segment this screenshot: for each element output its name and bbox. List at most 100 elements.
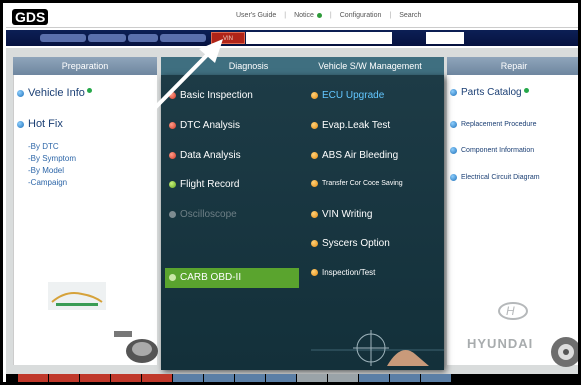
- nav-divider: |: [284, 12, 287, 19]
- bullet-icon: [450, 147, 457, 154]
- toolbar-tab[interactable]: [88, 34, 126, 42]
- data-analysis-label: Data Analysis: [180, 150, 241, 161]
- electrical-circuit-diagram-item[interactable]: Electrical Circuit Diagram: [450, 174, 540, 181]
- oscilloscope-item[interactable]: Oscilloscope: [169, 209, 237, 220]
- preparation-panel: Vehicle Info Hot Fix -By DTC -By Symptom…: [13, 75, 158, 365]
- top-navigation: User's Guide | Notice | Configuration | …: [236, 12, 421, 19]
- bullet-icon: [17, 89, 24, 97]
- hot-fix-by-symptom-link[interactable]: -By Symptom: [28, 154, 76, 163]
- vehicle-sw-header[interactable]: Vehicle S/W Management: [296, 57, 444, 75]
- bullet-icon: [450, 121, 457, 128]
- bottom-tab[interactable]: [297, 374, 327, 382]
- dtc-analysis-item[interactable]: DTC Analysis: [169, 120, 240, 131]
- bottom-tab[interactable]: [328, 374, 358, 382]
- status-dot-icon: [86, 88, 92, 93]
- transfer-code-saving-label: Transfer Cor Coce Saving: [322, 180, 403, 187]
- vehicle-toolbar: VIN: [6, 30, 578, 46]
- gear-graphic-icon: [551, 337, 578, 367]
- abs-air-bleeding-item[interactable]: ABS Air Bleeding: [311, 150, 398, 161]
- hot-fix-item[interactable]: Hot Fix: [17, 118, 63, 130]
- bottom-tab[interactable]: [421, 374, 451, 382]
- carb-obd-ii-label: CARB OBD-II: [180, 272, 242, 283]
- bottom-tab[interactable]: [359, 374, 389, 382]
- bullet-icon: [169, 122, 176, 129]
- bottom-tab[interactable]: [235, 374, 265, 382]
- bottom-tab-bar: [6, 374, 578, 382]
- bullet-icon: [169, 181, 176, 188]
- bottom-tab[interactable]: [204, 374, 234, 382]
- vehicle-info-label: Vehicle Info: [28, 87, 85, 99]
- vin-input[interactable]: [246, 32, 392, 44]
- inspection-test-item[interactable]: Inspection/Test: [311, 268, 375, 277]
- flight-record-label: Flight Record: [180, 179, 240, 190]
- target-graphic-icon: [311, 330, 444, 366]
- evap-leak-test-item[interactable]: Evap.Leak Test: [311, 120, 390, 131]
- users-guide-link[interactable]: User's Guide: [236, 12, 276, 19]
- hyundai-mark: H: [506, 304, 515, 318]
- bottom-tab[interactable]: [49, 374, 79, 382]
- bullet-icon: [311, 122, 318, 129]
- hot-fix-label: Hot Fix: [28, 118, 63, 130]
- main-content: Preparation Vehicle S/W Management Repai…: [6, 48, 578, 374]
- status-dot-icon: [523, 87, 529, 93]
- hot-fix-by-dtc-link[interactable]: -By DTC: [28, 142, 59, 151]
- search-link[interactable]: Search: [399, 12, 421, 19]
- parts-catalog-label: Parts Catalog: [461, 87, 522, 98]
- bullet-icon: [17, 120, 24, 128]
- flight-record-item[interactable]: Flight Record: [169, 179, 239, 190]
- bullet-icon: [311, 152, 318, 159]
- bullet-icon: [169, 211, 176, 218]
- bullet-icon: [450, 89, 457, 96]
- transfer-code-saving-item[interactable]: Transfer Cor Coce Saving: [311, 180, 403, 187]
- ecu-upgrade-label: ECU Upgrade: [322, 90, 385, 101]
- notice-link[interactable]: Notice: [294, 12, 314, 19]
- gds-logo: GDS: [12, 9, 49, 25]
- repair-header[interactable]: Repair: [447, 57, 578, 75]
- data-analysis-item[interactable]: Data Analysis: [169, 150, 241, 161]
- bottom-tab[interactable]: [18, 374, 48, 382]
- bottom-tab[interactable]: [390, 374, 420, 382]
- nav-divider: |: [389, 12, 392, 19]
- system-option-item[interactable]: Syscers Option: [311, 238, 390, 249]
- evap-leak-test-label: Evap.Leak Test: [322, 120, 391, 131]
- vehicle-info-item[interactable]: Vehicle Info: [17, 87, 92, 99]
- hyundai-logo-icon: H: [498, 302, 528, 320]
- abs-air-bleeding-label: ABS Air Bleeding: [322, 150, 399, 161]
- bullet-icon: [311, 211, 318, 218]
- nav-divider: |: [329, 12, 332, 19]
- bottom-tab[interactable]: [173, 374, 203, 382]
- bullet-icon: [169, 274, 176, 281]
- component-information-item[interactable]: Component Information: [450, 147, 534, 154]
- inspection-test-label: Inspection/Test: [322, 268, 376, 277]
- notice-status-dot-icon: [316, 13, 322, 18]
- hot-fix-campaign-link[interactable]: -Campaign: [28, 178, 67, 187]
- bottom-tab[interactable]: [111, 374, 141, 382]
- replacement-procedure-label: Replacement Procedure: [461, 121, 537, 128]
- bullet-icon: [169, 152, 176, 159]
- top-bar: GDS User's Guide | Notice | Configuratio…: [6, 6, 578, 28]
- annotation-arrow-icon: [146, 39, 223, 117]
- configuration-link[interactable]: Configuration: [340, 12, 382, 19]
- ecu-upgrade-item[interactable]: ECU Upgrade: [311, 90, 384, 101]
- bullet-icon: [311, 180, 318, 187]
- bottom-tab[interactable]: [142, 374, 172, 382]
- vehicle-graphic-icon: [48, 282, 106, 310]
- bottom-tab[interactable]: [266, 374, 296, 382]
- vin-writing-label: VIN Writing: [322, 209, 373, 220]
- carb-obd-ii-item[interactable]: CARB OBD-II: [169, 272, 241, 283]
- user-info-field[interactable]: [426, 32, 464, 44]
- bullet-icon: [311, 269, 318, 276]
- toolbar-tab[interactable]: [40, 34, 86, 42]
- oscilloscope-label: Oscilloscope: [180, 209, 237, 220]
- bottom-tab[interactable]: [80, 374, 110, 382]
- electrical-circuit-diagram-label: Electrical Circuit Diagram: [461, 174, 540, 181]
- hot-fix-by-model-link[interactable]: -By Model: [28, 166, 64, 175]
- preparation-header[interactable]: Preparation: [13, 57, 157, 75]
- bullet-icon: [311, 240, 318, 247]
- bullet-icon: [311, 92, 318, 99]
- vin-writing-item[interactable]: VIN Writing: [311, 209, 372, 220]
- replacement-procedure-item[interactable]: Replacement Procedure: [450, 121, 537, 128]
- component-information-label: Component Information: [461, 147, 535, 154]
- bullet-icon: [450, 174, 457, 181]
- parts-catalog-item[interactable]: Parts Catalog: [450, 87, 529, 98]
